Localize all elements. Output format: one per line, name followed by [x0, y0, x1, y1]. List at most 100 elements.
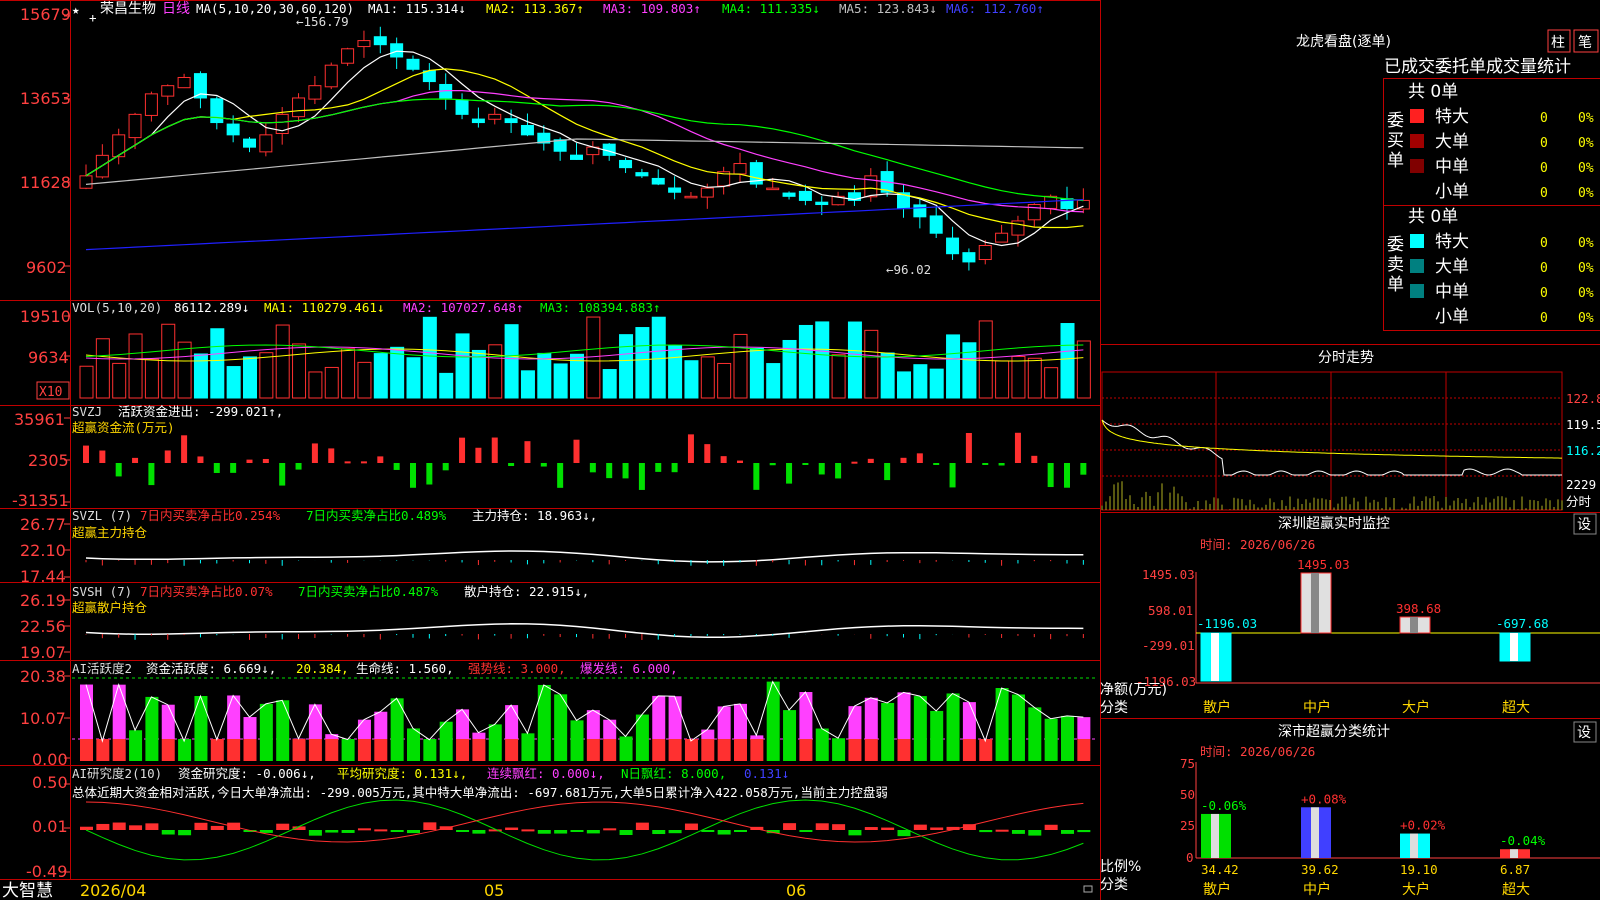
fund-flow-bar[interactable]: [1047, 463, 1054, 488]
research-bar[interactable]: [145, 823, 159, 830]
fund-flow-bar[interactable]: [1031, 455, 1038, 463]
volume-bar[interactable]: [847, 321, 862, 399]
fund-flow-bar[interactable]: [851, 461, 858, 464]
research-bar[interactable]: [423, 822, 437, 830]
volume-bar[interactable]: [815, 321, 830, 399]
research-bar[interactable]: [80, 826, 93, 830]
volume-bar[interactable]: [259, 352, 274, 399]
activity-bar[interactable]: [161, 704, 175, 739]
activity-bar[interactable]: [864, 697, 878, 739]
activity-base-bar[interactable]: [635, 739, 649, 761]
fund-flow-bar[interactable]: [426, 463, 433, 485]
lock-icon[interactable]: [1083, 885, 1093, 893]
volume-bar[interactable]: [749, 347, 764, 399]
activity-base-bar[interactable]: [341, 739, 355, 761]
candlestick[interactable]: [733, 163, 747, 175]
activity-bar[interactable]: [897, 692, 911, 739]
volume-bar[interactable]: [537, 352, 552, 399]
research-bar[interactable]: [357, 828, 371, 831]
research-bar[interactable]: [276, 823, 290, 830]
volume-bar[interactable]: [995, 360, 1010, 399]
fund-flow-bar[interactable]: [442, 463, 449, 471]
fund-flow-bar[interactable]: [344, 461, 351, 464]
activity-base-bar[interactable]: [194, 739, 208, 761]
fund-flow-bar[interactable]: [933, 463, 940, 465]
activity-bar[interactable]: [913, 696, 927, 739]
volume-bar[interactable]: [373, 353, 388, 399]
volume-bar[interactable]: [880, 352, 895, 399]
fund-flow-bar[interactable]: [557, 463, 564, 488]
research-bar[interactable]: [96, 823, 110, 830]
candlestick[interactable]: [635, 172, 649, 177]
activity-bar[interactable]: [390, 698, 404, 739]
activity-base-bar[interactable]: [80, 739, 93, 761]
fund-flow-bar[interactable]: [230, 463, 237, 473]
research-bar[interactable]: [325, 830, 339, 833]
activity-base-bar[interactable]: [799, 739, 813, 761]
fund-flow-bar[interactable]: [115, 463, 122, 477]
activity-bar[interactable]: [243, 717, 257, 739]
volume-bar[interactable]: [978, 320, 993, 399]
candlestick[interactable]: [782, 192, 796, 197]
research-bar[interactable]: [1044, 824, 1058, 830]
volume-bar[interactable]: [668, 345, 683, 399]
volume-bar[interactable]: [946, 334, 961, 399]
research-bar[interactable]: [194, 822, 208, 830]
research-bar[interactable]: [930, 827, 944, 830]
candlestick[interactable]: [488, 113, 502, 120]
fund-flow-bar[interactable]: [802, 463, 809, 465]
candlestick-chart[interactable]: [79, 26, 1090, 271]
candlestick[interactable]: [520, 124, 534, 136]
research-bar[interactable]: [178, 830, 192, 836]
research-bar[interactable]: [668, 830, 682, 834]
fund-flow-bar[interactable]: [589, 463, 596, 473]
research-bar[interactable]: [1061, 830, 1074, 834]
fund-flow-bar[interactable]: [262, 458, 269, 463]
activity-base-bar[interactable]: [505, 739, 519, 761]
volume-bar[interactable]: [684, 360, 699, 399]
fund-flow-bar[interactable]: [704, 444, 711, 463]
fund-flow-bar[interactable]: [965, 432, 972, 463]
volume-bar[interactable]: [439, 372, 454, 399]
fund-flow-bar[interactable]: [720, 456, 727, 463]
research-bar[interactable]: [407, 830, 420, 834]
research-bar[interactable]: [701, 830, 715, 832]
activity-base-bar[interactable]: [995, 739, 1009, 761]
fund-flow-bar[interactable]: [769, 463, 776, 466]
volume-bar[interactable]: [79, 365, 94, 399]
activity-base-bar[interactable]: [112, 739, 126, 761]
add-icon[interactable]: +: [89, 10, 97, 25]
research-bar[interactable]: [521, 829, 535, 832]
volume-bar[interactable]: [324, 366, 339, 399]
research-bar[interactable]: [979, 830, 993, 833]
fund-flow-chart[interactable]: [83, 432, 1087, 490]
activity-bar[interactable]: [276, 700, 290, 739]
research-bar[interactable]: [652, 830, 666, 835]
candlestick[interactable]: [341, 48, 355, 64]
volume-bar[interactable]: [1076, 340, 1091, 399]
volume-bar[interactable]: [651, 316, 666, 399]
research-bar[interactable]: [210, 825, 224, 830]
activity-bar[interactable]: [129, 730, 143, 739]
fund-flow-bar[interactable]: [410, 463, 416, 488]
fund-flow-bar[interactable]: [524, 441, 531, 463]
activity-base-bar[interactable]: [1028, 739, 1042, 761]
activity-base-bar[interactable]: [848, 739, 862, 761]
activity-base-bar[interactable]: [930, 739, 944, 761]
fund-flow-bar[interactable]: [573, 439, 580, 463]
activity-base-bar[interactable]: [227, 739, 241, 761]
activity-bar[interactable]: [407, 728, 420, 739]
activity-bar[interactable]: [750, 735, 764, 739]
volume-bar[interactable]: [1060, 323, 1075, 399]
activity-bar[interactable]: [570, 720, 584, 739]
activity-bar[interactable]: [472, 732, 486, 739]
activity-bar[interactable]: [456, 709, 470, 739]
fund-flow-bar[interactable]: [83, 445, 89, 463]
research-bar[interactable]: [848, 830, 862, 836]
volume-bar[interactable]: [962, 342, 977, 399]
activity-base-bar[interactable]: [161, 739, 175, 761]
activity-base-bar[interactable]: [734, 739, 747, 761]
activity-bar[interactable]: [521, 733, 535, 739]
fund-flow-bar[interactable]: [949, 463, 956, 488]
activity-bar[interactable]: [701, 729, 715, 739]
